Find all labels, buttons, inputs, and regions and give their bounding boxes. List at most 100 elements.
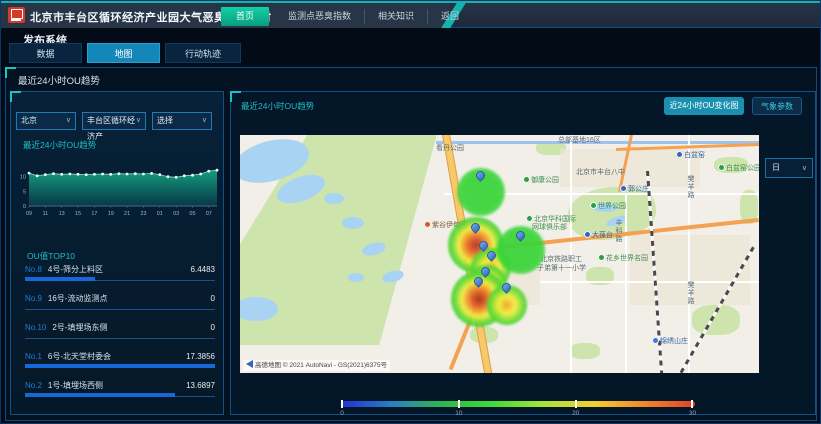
road — [540, 281, 759, 283]
station-name: 4号-筛分上料区 — [48, 264, 103, 276]
list-item: No.916号-流动监测点0 — [25, 293, 215, 322]
progress-track-line — [25, 338, 215, 339]
map-label: 御康公园 — [523, 176, 559, 185]
svg-text:15: 15 — [75, 211, 81, 217]
svg-text:13: 13 — [59, 211, 65, 217]
park-icon — [598, 254, 605, 261]
svg-text:03: 03 — [173, 211, 179, 217]
time-select-value: 日 — [772, 163, 780, 172]
legend-tick — [575, 400, 577, 408]
ou-value: 0 — [211, 322, 215, 334]
left-panel: 北京∨ 丰台区循环经济产∨ 选择∨ 最近24小时OU趋势 05100911131… — [10, 91, 224, 415]
svg-text:17: 17 — [91, 211, 97, 217]
legend-tick — [341, 400, 343, 408]
ou-value: 13.6897 — [186, 380, 215, 392]
nav-home[interactable]: 首页 — [221, 7, 269, 26]
map-label: 锦绣山庄 — [652, 337, 688, 346]
main-panel: 最近24小时OU趋势 北京∨ 丰台区循环经济产∨ 选择∨ 最近24小时OU趋势 … — [5, 67, 817, 421]
list-item: No.1 6号-北天堂村委会 17.3856 — [25, 351, 215, 380]
tab-track[interactable]: 行动轨迹 — [165, 43, 241, 63]
list-item-head: No.1 6号-北天堂村委会 17.3856 — [25, 351, 215, 363]
map-label: 白盆窑公园 — [718, 164, 759, 173]
map-label: 世界公园 — [590, 202, 626, 211]
svg-text:19: 19 — [108, 211, 114, 217]
map-label: 子弟第十一小学 — [537, 265, 586, 273]
time-granularity-select[interactable]: 日∨ — [765, 158, 813, 178]
city-select-value: 北京 — [21, 116, 37, 125]
legend-tick-label: 10 — [455, 410, 462, 417]
ou-value: 17.3856 — [186, 351, 215, 363]
ou-top-list: No.84号-筛分上料区6.4483No.916号-流动监测点0No.102号-… — [25, 264, 215, 409]
legend-tick-label: 0 — [340, 410, 344, 417]
svg-text:5: 5 — [23, 189, 26, 195]
nav-back[interactable]: 返回 — [427, 9, 472, 24]
park-icon — [590, 202, 597, 209]
road — [688, 135, 690, 373]
chevron-down-icon: ∨ — [136, 113, 141, 129]
top-bar: 北京市丰台区循环经济产业园大气恶臭状况实时 首页 监测点恶臭指数 相关知识 返回 — [1, 1, 821, 28]
city-select[interactable]: 北京∨ — [16, 112, 76, 130]
park-select[interactable]: 丰台区循环经济产∨ — [82, 112, 146, 130]
ou-trend-chart: 0510091113151719212301030507 — [13, 156, 223, 222]
station-name: 16号-流动监测点 — [48, 293, 108, 305]
rank-label: No.10 — [25, 322, 46, 334]
park-select-value: 丰台区循环经济产 — [87, 116, 135, 141]
metro-station-icon — [676, 151, 683, 158]
weather-params-button[interactable]: 气象参数 — [752, 97, 802, 115]
metro-station-icon — [620, 185, 627, 192]
svg-text:07: 07 — [206, 211, 212, 217]
legend-tick — [691, 400, 693, 408]
station-name: 6号-北天堂村委会 — [48, 351, 111, 363]
map-panel: 最近24小时OU趋势 近24小时OU变化图 气象参数 — [230, 91, 816, 415]
attribution-text: 高德地图 © 2021 AutoNavi - GS(2021)6375号 — [255, 362, 387, 369]
nav-knowledge[interactable]: 相关知识 — [364, 9, 427, 24]
station-name: 2号-填埋场东侧 — [52, 322, 107, 334]
progress-bar — [25, 393, 175, 397]
trend-chart-title: 最近24小时OU趋势 — [23, 139, 96, 151]
ou-top-title: OU值TOP10 — [27, 250, 75, 262]
rank-label: No.2 — [25, 380, 42, 392]
tab-data[interactable]: 数据 — [9, 43, 82, 63]
map-label: 白盆窑 — [676, 151, 705, 160]
nav-odor-index[interactable]: 监测点恶臭指数 — [275, 9, 364, 24]
park-icon — [526, 215, 533, 222]
panel-title: 最近24小时OU趋势 — [18, 73, 100, 87]
road — [625, 193, 627, 373]
map-label: 网球俱乐部 — [532, 224, 567, 232]
list-item: No.2 1号-填埋场西侧 13.6897 — [25, 380, 215, 409]
ou-value: 0 — [211, 293, 215, 305]
progress-track — [25, 277, 215, 281]
park-icon — [523, 176, 530, 183]
water-area — [342, 217, 364, 229]
svg-text:0: 0 — [23, 204, 26, 210]
metro-station-icon — [584, 231, 591, 238]
heat-map[interactable]: 高德地图 © 2021 AutoNavi - GS(2021)6375号 看丹公… — [240, 135, 759, 373]
map-label: 郭公庄 — [620, 185, 649, 194]
map-label: 北京铁路职工 — [540, 256, 582, 264]
poi-icon — [652, 337, 659, 344]
map-label: 樊羊路 — [686, 281, 694, 305]
ou-value: 6.4483 — [191, 264, 215, 276]
list-item-head: No.84号-筛分上料区6.4483 — [25, 264, 215, 276]
progress-track — [25, 393, 215, 397]
legend-tick — [458, 400, 460, 408]
amap-logo-icon — [246, 360, 253, 368]
dashboard-page: 北京市丰台区循环经济产业园大气恶臭状况实时 首页 监测点恶臭指数 相关知识 返回… — [0, 0, 821, 424]
list-item: No.10 2号-填埋场东侧 0 — [25, 322, 215, 351]
list-item-head: No.10 2号-填埋场东侧 0 — [25, 322, 215, 334]
progress-bar — [25, 364, 215, 368]
station-select[interactable]: 选择∨ — [152, 112, 212, 130]
rank-label: No.1 — [25, 351, 42, 363]
park-area — [570, 343, 600, 359]
progress-track — [25, 364, 215, 368]
main-nav: 首页 监测点恶臭指数 相关知识 返回 — [221, 5, 472, 28]
water-area — [348, 273, 364, 282]
map-label: 看丹公园 — [436, 145, 464, 153]
station-name: 1号-填埋场西侧 — [48, 380, 103, 392]
progress-bar — [25, 277, 95, 281]
ou-change-chart-button[interactable]: 近24小时OU变化图 — [664, 97, 744, 115]
tab-map[interactable]: 地图 — [87, 43, 160, 63]
map-label: 丰科路 — [614, 219, 622, 243]
chevron-down-icon: ∨ — [202, 113, 207, 129]
progress-track — [25, 306, 215, 310]
